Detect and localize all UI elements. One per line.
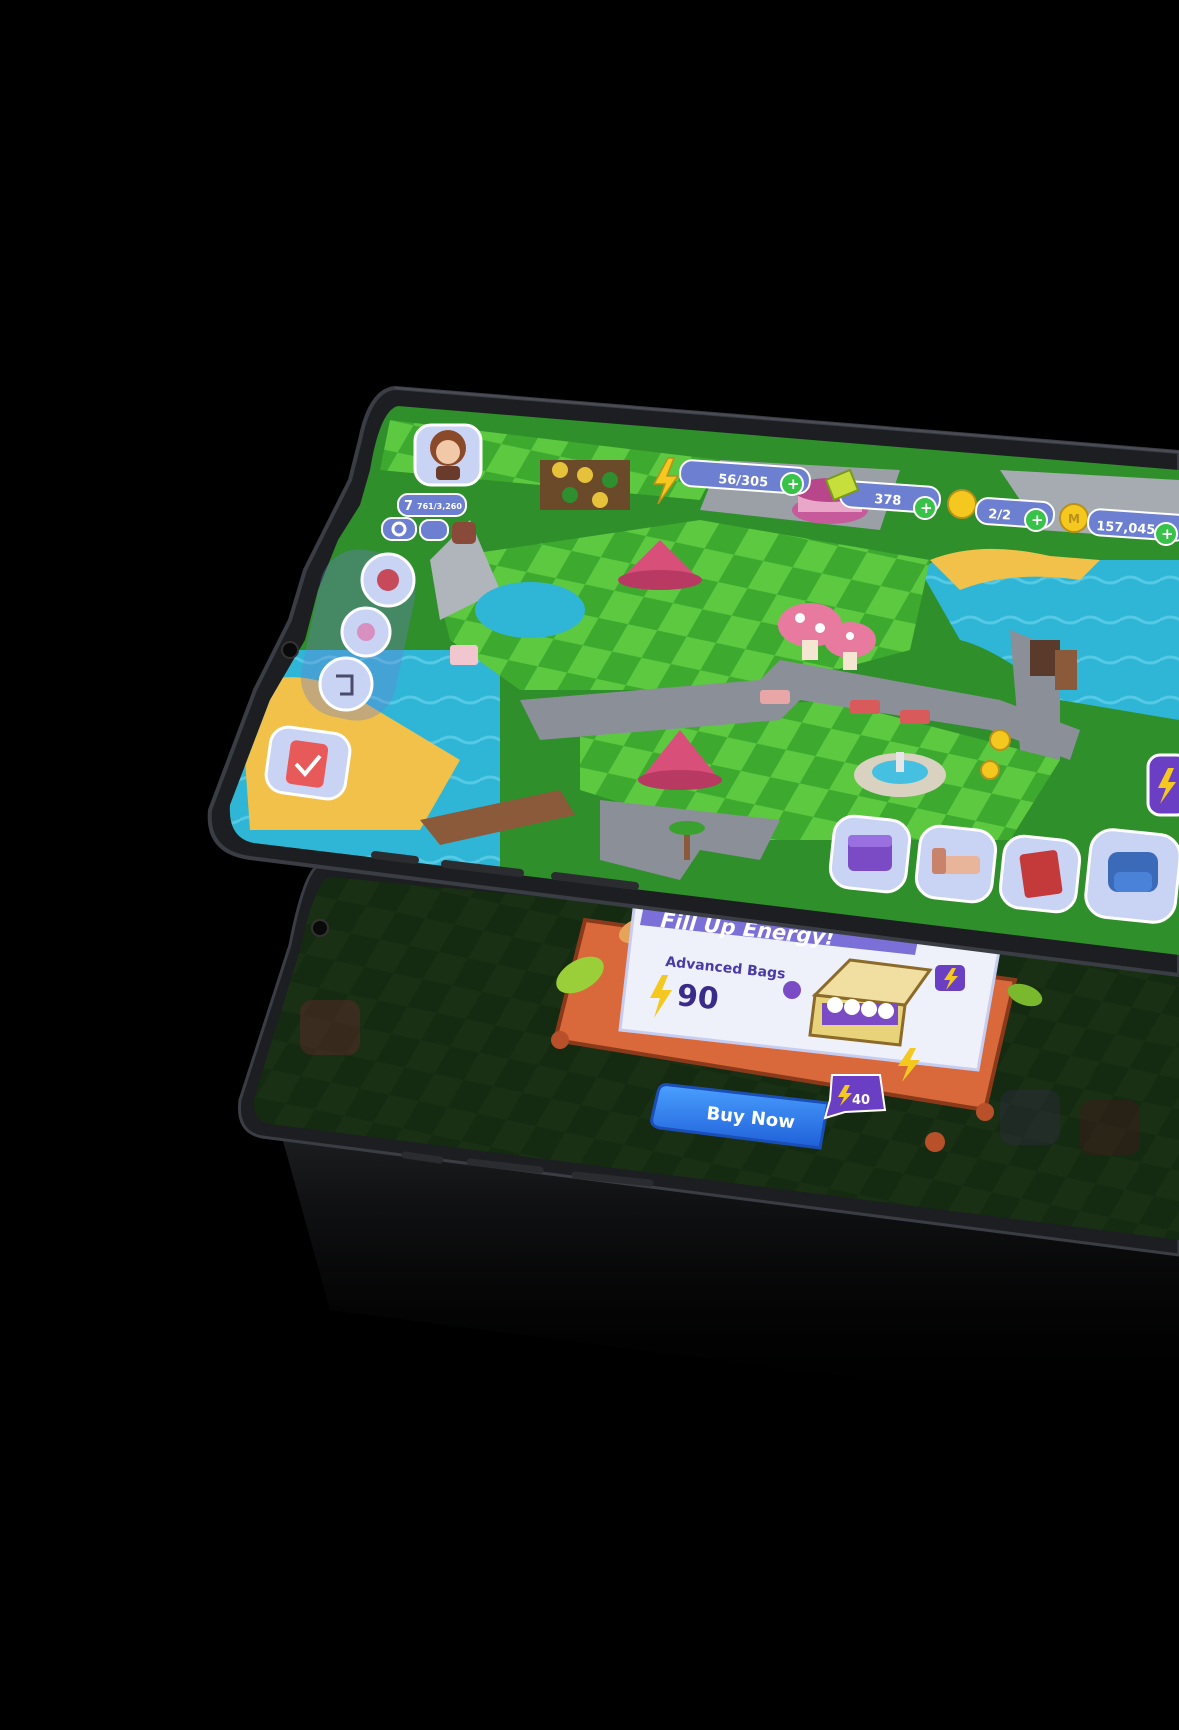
svg-text:+: +: [920, 499, 933, 517]
chest-button[interactable]: [452, 522, 476, 544]
side-button: [371, 851, 419, 864]
book-icon: [1019, 850, 1063, 898]
xp-value: 761/3,260: [417, 502, 462, 511]
crop-field: [540, 460, 630, 510]
settings-button[interactable]: [381, 517, 417, 541]
shop-item-chest[interactable]: [828, 814, 912, 894]
gems-value: 378: [874, 492, 902, 509]
coin-icon: [980, 760, 1000, 780]
scene: Fill Up Energy! Advanced Bags 90 Buy Now…: [207, 385, 1179, 1420]
bench: [850, 700, 880, 714]
level-xp-bar: 7 761/3,260: [397, 493, 467, 517]
bench: [760, 690, 790, 704]
shop-item-armchair[interactable]: [1084, 828, 1179, 925]
gift-box: [450, 645, 478, 665]
price-value: 40: [852, 1093, 870, 1108]
avatar[interactable]: [413, 423, 483, 487]
side-badge-right[interactable]: [1146, 753, 1179, 817]
tasks-button[interactable]: [264, 725, 352, 801]
dim-clipboard-icon: [300, 1000, 360, 1055]
side-button-fountain[interactable]: [340, 606, 392, 658]
front-camera: [281, 641, 299, 659]
clipboard-icon: [285, 740, 329, 788]
coin-icon: [989, 729, 1011, 751]
popup-amount: 90: [675, 978, 720, 1017]
side-button-rose[interactable]: [360, 552, 416, 608]
svg-text:+: +: [787, 475, 800, 493]
shop-item-book[interactable]: [998, 834, 1082, 914]
menu-button[interactable]: [419, 519, 449, 541]
svg-text:+: +: [1031, 511, 1044, 529]
pond: [475, 582, 585, 638]
horse-statue: [1055, 650, 1077, 690]
shop-item-bed[interactable]: [914, 824, 998, 904]
svg-text:M: M: [1068, 512, 1080, 526]
fountain-icon: [357, 623, 375, 641]
side-button-build[interactable]: [318, 656, 374, 712]
level-value: 7: [404, 499, 413, 514]
lower-camera: [311, 919, 329, 937]
coin-icon: [947, 489, 977, 519]
energy-bag-icon: [783, 981, 801, 999]
svg-text:+: +: [1161, 525, 1174, 543]
rose-icon: [377, 569, 399, 591]
builders-value: 2/2: [988, 507, 1012, 524]
bench: [900, 710, 930, 724]
